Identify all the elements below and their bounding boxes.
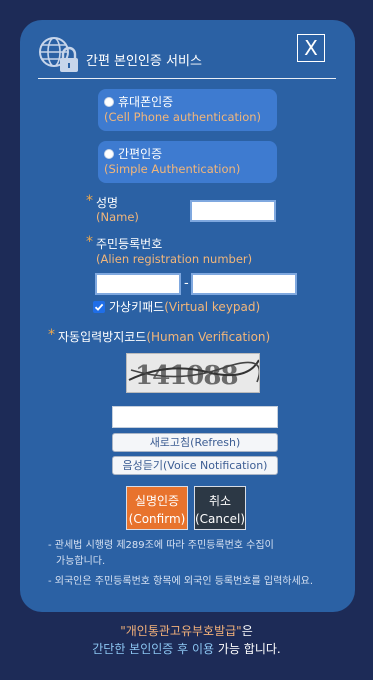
option-cell-phone-auth[interactable]: 휴대폰인증 (Cell Phone authentication) xyxy=(98,89,277,131)
footer-suffix1: 은 xyxy=(241,624,253,638)
virtual-keypad-label-ko: 가상키패드 xyxy=(109,300,165,314)
captcha-image: 141088 xyxy=(126,353,261,393)
notice-line: - 관세법 시행령 제289조에 따라 주민등록번호 수집이 xyxy=(48,540,274,551)
option-label-ko: 휴대폰인증 xyxy=(118,95,174,109)
option-label-ko: 간편인증 xyxy=(118,147,163,161)
registration-number-part1-input[interactable] xyxy=(95,273,181,295)
footer-quote: "개인통관고유부호발급" xyxy=(120,624,242,638)
cancel-label-en: (Cancel) xyxy=(195,512,246,526)
virtual-keypad-checkbox[interactable] xyxy=(93,301,105,313)
virtual-keypad-label-en: (Virtual keypad) xyxy=(164,300,261,314)
required-star: * xyxy=(48,327,55,343)
notice-collection: - 관세법 시행령 제289조에 따라 주민등록번호 수집이 가능합니다. xyxy=(48,538,274,570)
option-label-en: (Cell Phone authentication) xyxy=(104,110,262,124)
footer-suffix2: 가능 합니다. xyxy=(214,642,281,656)
footer-line2: 간단한 본인인증 후 이용 가능 합니다. xyxy=(0,640,373,657)
radio-simple[interactable] xyxy=(104,149,114,159)
notice-line: 가능합니다. xyxy=(56,556,106,567)
refresh-button[interactable]: 새로고침(Refresh) xyxy=(112,433,278,452)
option-simple-auth[interactable]: 간편인증 (Simple Authentication) xyxy=(98,141,277,183)
auth-dialog: 간편 본인인증 서비스 X 휴대폰인증 (Cell Phone authenti… xyxy=(20,20,355,612)
notice-foreigner: - 외국인은 주민등록번호 항목에 외국인 등록번호를 입력하세요. xyxy=(48,576,314,587)
confirm-button[interactable]: 실명인증 (Confirm) xyxy=(126,486,188,530)
confirm-label-ko: 실명인증 xyxy=(134,494,180,508)
captcha-label: 자동입력방지코드(Human Verification) xyxy=(58,328,270,345)
registration-number-part2-input[interactable] xyxy=(191,273,297,295)
globe-lock-icon xyxy=(39,37,78,72)
captcha-label-en: (Human Verification) xyxy=(146,330,271,344)
cancel-label-ko: 취소 xyxy=(208,494,232,508)
cancel-button[interactable]: 취소 (Cancel) xyxy=(194,486,246,530)
dialog-title: 간편 본인인증 서비스 xyxy=(86,54,202,69)
footer-line1: "개인통관고유부호발급"은 xyxy=(0,622,373,639)
confirm-label-en: (Confirm) xyxy=(128,512,186,526)
name-label: 성명 xyxy=(96,196,119,210)
registration-number-label: 주민등록번호 xyxy=(96,237,163,251)
header-divider xyxy=(38,78,336,79)
registration-separator: - xyxy=(184,276,189,291)
registration-number-label-en: (Alien registration number) xyxy=(96,252,253,266)
voice-notification-button[interactable]: 음성듣기(Voice Notification) xyxy=(112,456,278,475)
dialog-header: 간편 본인인증 서비스 X xyxy=(20,20,355,80)
virtual-keypad-label: 가상키패드(Virtual keypad) xyxy=(109,298,260,315)
option-label-en: (Simple Authentication) xyxy=(104,162,241,176)
name-label-en: (Name) xyxy=(96,210,139,224)
captcha-graphic: 141088 xyxy=(128,359,261,391)
required-star: * xyxy=(86,234,93,250)
close-button[interactable]: X xyxy=(297,34,325,62)
captcha-input[interactable] xyxy=(112,406,278,428)
radio-cell-phone[interactable] xyxy=(104,97,114,107)
required-star: * xyxy=(86,193,93,209)
checkmark-icon xyxy=(94,303,104,311)
footer-highlight: 간단한 본인인증 후 이용 xyxy=(92,642,215,656)
name-input[interactable] xyxy=(190,200,276,222)
captcha-label-ko: 자동입력방지코드 xyxy=(58,330,147,344)
